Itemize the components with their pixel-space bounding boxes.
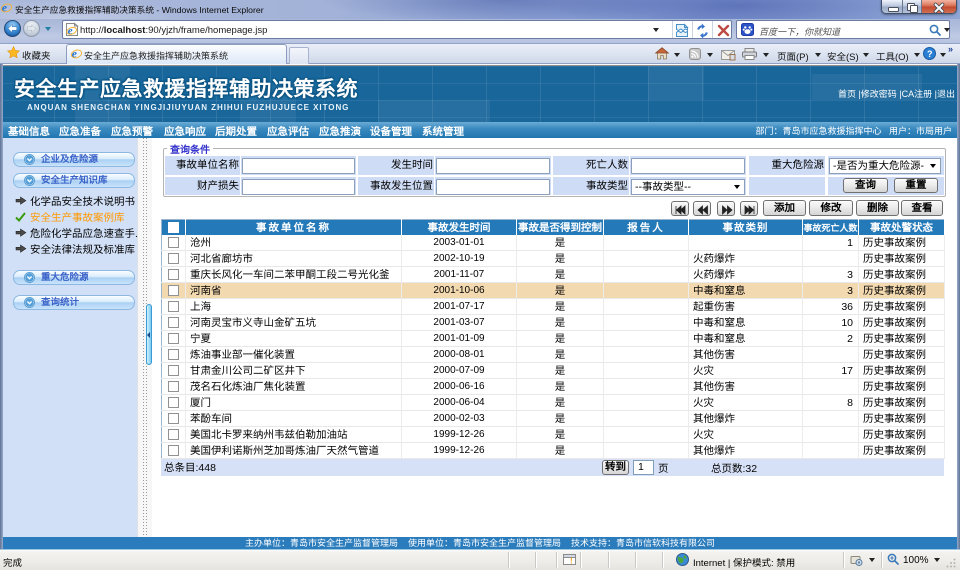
svg-text:?: ? bbox=[927, 49, 933, 59]
svg-text:e: e bbox=[68, 25, 73, 37]
svg-text:!: ! bbox=[570, 557, 573, 566]
svg-text:e: e bbox=[72, 48, 77, 61]
svg-text:e: e bbox=[2, 2, 7, 15]
